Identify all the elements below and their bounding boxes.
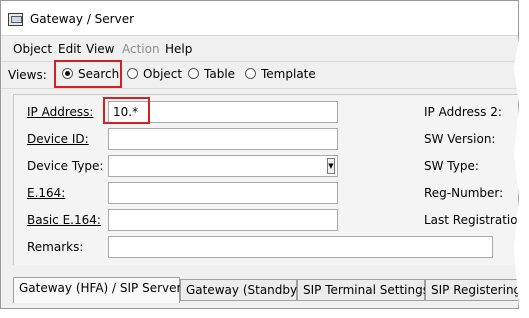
gateway-server-window: Gateway / Server Object Edit View Action… (0, 0, 519, 309)
last-registration-label: Last Registration (424, 213, 519, 227)
sw-type-label: SW Type: (424, 159, 479, 173)
ip-address-highlight (103, 97, 150, 124)
remarks-label: Remarks: (27, 240, 84, 254)
view-option-table-label: Table (204, 67, 236, 81)
views-label: Views: (8, 68, 47, 82)
menu-view[interactable]: View (86, 42, 114, 56)
tab-sip-registering[interactable]: SIP Registering (425, 279, 518, 301)
tab-gateway-standby[interactable]: Gateway (Standby) (180, 279, 302, 301)
title-bar: Gateway / Server (1, 1, 518, 36)
sw-version-label: SW Version: (424, 132, 496, 146)
radio-unchecked-icon (245, 68, 256, 79)
ip-address-label: IP Address: (27, 105, 94, 119)
ip-address-2-label: IP Address 2: (424, 105, 502, 119)
radio-unchecked-icon (188, 68, 199, 79)
radio-unchecked-icon (127, 68, 138, 79)
device-id-label: Device ID: (27, 132, 89, 146)
menu-help[interactable]: Help (165, 42, 192, 56)
device-type-dropdown[interactable]: ▼ (108, 155, 338, 177)
tab-gateway-hfa-sip-server[interactable]: Gateway (HFA) / SIP Server (13, 277, 181, 303)
menu-edit[interactable]: Edit (58, 42, 81, 56)
chevron-down-icon[interactable]: ▼ (327, 158, 335, 174)
e164-field[interactable] (108, 182, 338, 204)
menu-action[interactable]: Action (122, 42, 160, 56)
tab-sip-terminal-settings[interactable]: SIP Terminal Settings (297, 279, 429, 301)
basic-e164-label: Basic E.164: (27, 213, 101, 227)
reg-number-label: Reg-Number: (424, 186, 504, 200)
device-type-label: Device Type: (27, 159, 104, 173)
search-option-highlight (54, 60, 122, 88)
view-option-template-label: Template (261, 67, 316, 81)
search-form: IP Address: 10.* Device ID: Device Type:… (13, 94, 519, 265)
view-option-object-label: Object (143, 67, 183, 81)
menu-object[interactable]: Object (13, 42, 52, 56)
device-id-field[interactable] (108, 128, 338, 150)
remarks-field[interactable] (108, 236, 493, 258)
app-window-icon (8, 13, 23, 26)
e164-label: E.164: (27, 186, 66, 200)
window-title: Gateway / Server (30, 12, 135, 26)
basic-e164-field[interactable] (108, 209, 338, 231)
